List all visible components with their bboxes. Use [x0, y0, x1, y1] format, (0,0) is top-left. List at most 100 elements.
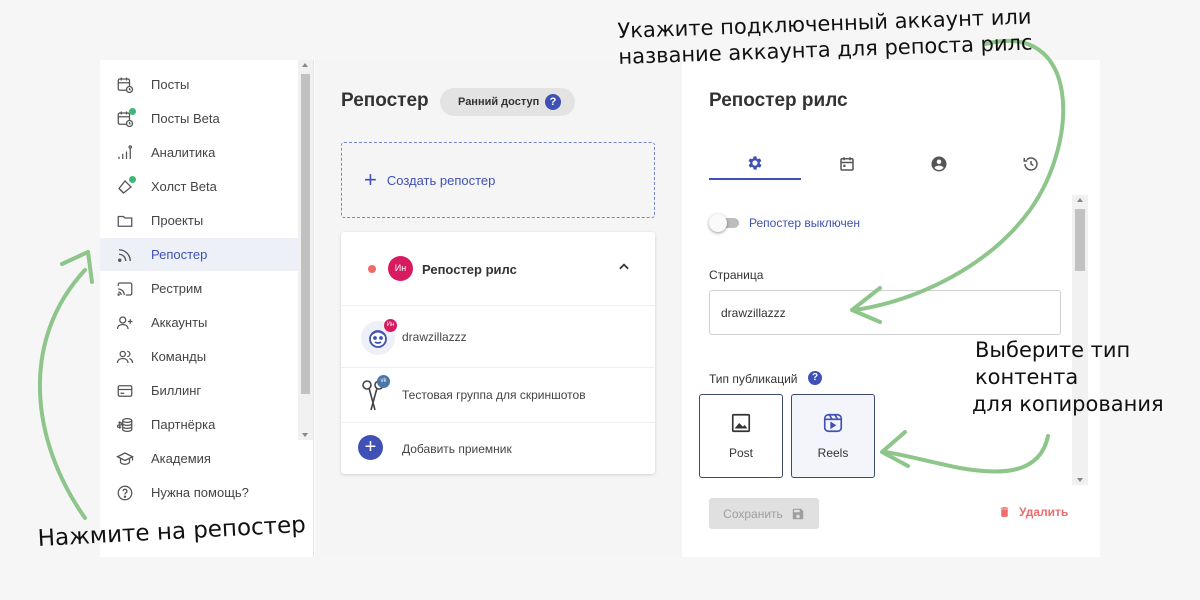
- reposter-toggle[interactable]: [709, 214, 739, 232]
- reposter-card: Ин Репостер рилс Ин drawzillazzz vk Тест…: [341, 232, 655, 474]
- folder-icon: [116, 212, 134, 230]
- scroll-up-arrow-icon[interactable]: [302, 63, 308, 67]
- reposter-card-header[interactable]: Ин Репостер рилс: [341, 232, 655, 306]
- sidebar-item-label: Посты Beta: [151, 111, 220, 126]
- account-icon: [931, 156, 947, 172]
- sidebar-item-label: Аккаунты: [151, 315, 208, 330]
- sidebar-item-accounts[interactable]: Аккаунты: [100, 306, 298, 339]
- source-account-row[interactable]: Ин drawzillazzz: [341, 307, 655, 368]
- tab-schedule[interactable]: [801, 148, 893, 180]
- sidebar-item-partner[interactable]: Партнёрка: [100, 408, 298, 441]
- rss-icon: [116, 246, 134, 264]
- scrollbar-thumb[interactable]: [301, 74, 310, 394]
- toggle-label: Репостер выключен: [749, 216, 861, 230]
- sidebar-scrollbar[interactable]: [298, 60, 313, 440]
- reposter-list-panel: Репостер Ранний доступ ? + Создать репос…: [315, 60, 682, 557]
- graduation-cap-icon: [116, 450, 134, 468]
- annotation-line: для копирования: [972, 391, 1164, 416]
- save-label: Сохранить: [723, 506, 783, 521]
- add-icon[interactable]: +: [358, 435, 383, 460]
- sidebar-item-posts-beta[interactable]: Посты Beta: [100, 102, 298, 135]
- create-reposter-button[interactable]: + Создать репостер: [341, 142, 655, 218]
- sidebar-item-label: Академия: [151, 451, 211, 466]
- instagram-avatar: Ин: [388, 256, 413, 281]
- reposter-card-title: Репостер рилс: [422, 262, 517, 277]
- badge-label: Ранний доступ: [458, 96, 540, 108]
- early-access-badge[interactable]: Ранний доступ ?: [440, 88, 575, 116]
- help-icon[interactable]: ?: [545, 94, 561, 110]
- add-receiver-row[interactable]: + Добавить приемник: [341, 423, 655, 474]
- toggle-knob: [709, 214, 727, 232]
- tab-history[interactable]: [985, 148, 1077, 180]
- sidebar-item-label: Нужна помощь?: [151, 485, 249, 500]
- gear-icon: [748, 156, 762, 170]
- app-window: Посты Посты Beta Аналитика Холст Beta Пр…: [100, 60, 1100, 557]
- scroll-up-arrow-icon[interactable]: [1077, 198, 1083, 202]
- sidebar-item-help[interactable]: Нужна помощь?: [100, 476, 298, 509]
- sidebar-item-canvas-beta[interactable]: Холст Beta: [100, 170, 298, 203]
- scroll-down-arrow-icon[interactable]: [1077, 478, 1083, 482]
- sidebar-item-posts[interactable]: Посты: [100, 68, 298, 101]
- calendar-clock-icon: [116, 76, 134, 94]
- type-reels-button[interactable]: Reels: [791, 394, 875, 478]
- target-group-row[interactable]: vk Тестовая группа для скриншотов: [341, 368, 655, 423]
- annotation-line: Выберите тип: [975, 338, 1131, 362]
- tab-account[interactable]: [893, 148, 985, 180]
- page-label: Страница: [709, 268, 764, 282]
- vk-badge: vk: [377, 375, 390, 388]
- type-reels-label: Reels: [817, 446, 849, 460]
- page-input[interactable]: [709, 290, 1061, 335]
- chevron-up-icon[interactable]: [617, 260, 631, 274]
- cast-icon: [116, 280, 134, 298]
- delete-button[interactable]: Удалить: [998, 505, 1068, 519]
- sidebar-item-label: Посты: [151, 77, 190, 92]
- history-icon: [1023, 157, 1038, 171]
- sidebar-item-academy[interactable]: Академия: [100, 442, 298, 475]
- type-post-button[interactable]: Post: [699, 394, 783, 478]
- scrollbar-thumb[interactable]: [1075, 209, 1085, 271]
- trash-icon: [1000, 507, 1009, 517]
- save-button[interactable]: Сохранить: [709, 498, 819, 529]
- arrow-to-reposter-head: [60, 250, 94, 284]
- coins-icon: [116, 416, 134, 434]
- image-icon: [731, 413, 751, 433]
- sidebar-item-label: Команды: [151, 349, 207, 364]
- arrow-to-reposter: [38, 268, 87, 520]
- sidebar-item-label: Холст Beta: [151, 179, 217, 194]
- sidebar-item-label: Партнёрка: [151, 417, 216, 432]
- sidebar-item-reposter[interactable]: Репостер: [100, 238, 298, 271]
- beta-dot: [129, 175, 136, 183]
- floppy-disk-icon: [792, 508, 804, 519]
- sidebar-item-restream[interactable]: Рестрим: [100, 272, 298, 305]
- plus-icon: +: [364, 167, 377, 192]
- credit-card-icon: [116, 382, 134, 400]
- sidebar-item-analytics[interactable]: Аналитика: [100, 136, 298, 169]
- avatar: Ин: [361, 319, 397, 355]
- target-group-name: Тестовая группа для скриншотов: [402, 388, 586, 402]
- settings-tabs: [709, 148, 1077, 180]
- add-receiver-label: Добавить приемник: [402, 441, 512, 456]
- sidebar-item-projects[interactable]: Проекты: [100, 204, 298, 237]
- sidebar-item-label: Репостер: [151, 247, 208, 262]
- instagram-badge: Ин: [384, 319, 397, 332]
- publication-type-label: Тип публикаций: [709, 372, 798, 386]
- calendar-clock-icon: [116, 107, 136, 128]
- settings-title: Репостер рилс: [709, 90, 848, 111]
- tab-settings[interactable]: [709, 148, 801, 180]
- sidebar-item-label: Рестрим: [151, 281, 203, 296]
- add-user-icon: [116, 314, 134, 332]
- page-title: Репостер: [341, 90, 429, 111]
- scroll-down-arrow-icon[interactable]: [302, 433, 308, 437]
- create-reposter-label: Создать репостер: [386, 172, 496, 188]
- sidebar-item-label: Аналитика: [151, 145, 216, 160]
- sidebar-item-billing[interactable]: Биллинг: [100, 374, 298, 407]
- canvas-icon: [116, 175, 136, 196]
- sidebar-item-teams[interactable]: Команды: [100, 340, 298, 373]
- bar-chart-icon: [116, 144, 134, 162]
- scissors-icon: vk: [359, 375, 390, 414]
- source-account-name: drawzillazzz: [402, 330, 467, 344]
- help-icon[interactable]: ?: [808, 371, 822, 385]
- calendar-icon: [840, 157, 854, 171]
- status-dot: [368, 265, 376, 273]
- sidebar-item-label: Биллинг: [151, 383, 202, 398]
